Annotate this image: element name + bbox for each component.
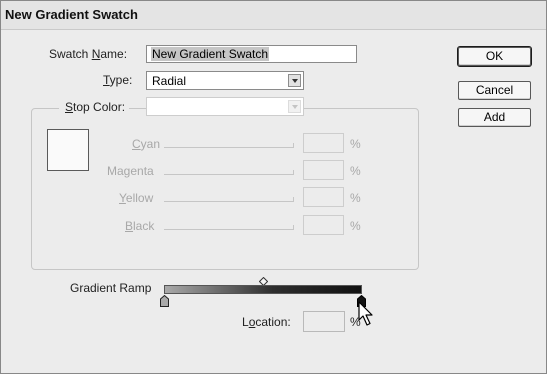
location-field[interactable] [303, 311, 345, 332]
black-percent: % [350, 219, 361, 233]
swatch-name-value: New Gradient Swatch [151, 47, 270, 61]
new-gradient-swatch-dialog: New Gradient Swatch Swatch Name: New Gra… [0, 0, 547, 374]
stop-color-label: Stop Color: [59, 100, 130, 114]
type-select[interactable]: Radial [146, 71, 304, 90]
type-label: Type: [103, 73, 133, 87]
swatch-name-label: Swatch Name: [49, 47, 128, 61]
cyan-field[interactable] [303, 133, 344, 153]
ok-button[interactable]: OK [457, 46, 532, 67]
mouse-pointer-icon [358, 301, 373, 326]
swatch-name-input[interactable]: New Gradient Swatch [146, 45, 357, 63]
yellow-label: Yellow [119, 191, 154, 205]
cyan-slider[interactable] [164, 143, 294, 148]
yellow-percent: % [350, 191, 361, 205]
stop-color-select[interactable] [146, 97, 304, 116]
cyan-label: Cyan [132, 137, 161, 151]
magenta-label: Magenta [107, 164, 154, 178]
stop-color-swatch [47, 129, 89, 171]
gradient-stop-left-icon[interactable] [160, 295, 169, 307]
type-value: Radial [152, 74, 187, 88]
cancel-button[interactable]: Cancel [458, 81, 531, 100]
gradient-ramp[interactable] [164, 285, 362, 294]
add-button[interactable]: Add [458, 108, 531, 127]
black-field[interactable] [303, 215, 344, 235]
gradient-ramp-label: Gradient Ramp [70, 281, 152, 295]
cyan-percent: % [350, 137, 361, 151]
title-bar[interactable]: New Gradient Swatch [1, 1, 546, 30]
magenta-percent: % [350, 164, 361, 178]
magenta-slider[interactable] [164, 170, 294, 175]
dialog-title: New Gradient Swatch [5, 7, 138, 22]
stop-color-group [31, 108, 419, 270]
yellow-slider[interactable] [164, 197, 294, 202]
chevron-down-icon[interactable] [288, 100, 301, 113]
yellow-field[interactable] [303, 187, 344, 207]
black-slider[interactable] [164, 225, 294, 230]
magenta-field[interactable] [303, 160, 344, 180]
chevron-down-icon[interactable] [288, 74, 301, 87]
location-label: Location: [242, 315, 291, 329]
black-label: Black [125, 219, 155, 233]
